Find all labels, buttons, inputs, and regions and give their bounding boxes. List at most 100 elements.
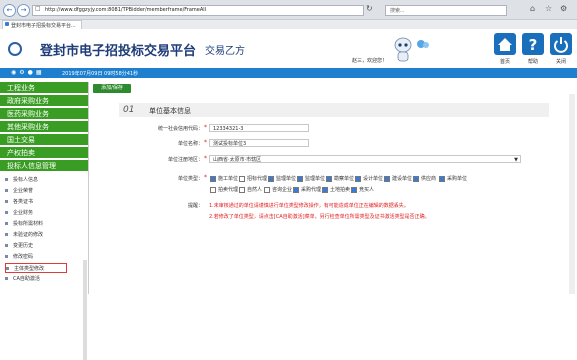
close-button-label: 关闭 bbox=[555, 59, 566, 65]
type-label: 咨询企业 bbox=[272, 187, 293, 193]
type-checkbox[interactable]: 采购代理 bbox=[293, 186, 321, 193]
sidebar-item-label: 未验证的修改 bbox=[13, 232, 44, 238]
refresh-icon[interactable]: ↻ bbox=[366, 4, 373, 13]
checkbox[interactable] bbox=[264, 186, 270, 193]
sidebar-scrollbar[interactable] bbox=[83, 260, 87, 360]
browser-address-bar: ← → □ http://www.dfggzyjy.com:8081/TPBid… bbox=[0, 0, 577, 20]
type-checkbox[interactable]: 监理单位 bbox=[268, 175, 296, 182]
menu-gov-procurement[interactable]: 政府采购业务 bbox=[0, 95, 88, 107]
sidebar-item-label: 投标人信息 bbox=[13, 177, 39, 183]
menu-engineering[interactable]: 工程业务 bbox=[0, 82, 88, 94]
sidebar-item-history[interactable]: 变更历史 bbox=[5, 241, 75, 251]
sidebar-item-password[interactable]: 修改密码 bbox=[5, 252, 75, 262]
type-label: 监理单位 bbox=[305, 176, 326, 182]
checkbox[interactable] bbox=[297, 175, 303, 182]
sidebar-item-ca-activate[interactable]: CA自助激活 bbox=[5, 274, 75, 284]
browser-search-input[interactable]: 搜索... bbox=[385, 5, 507, 16]
sidebar-item-entity-type[interactable]: 主体类型修改 bbox=[5, 263, 67, 273]
type-label: 监理单位 bbox=[276, 176, 297, 182]
favorites-icon[interactable]: ☆ bbox=[545, 4, 552, 13]
menu-property-auction[interactable]: 产权拍卖 bbox=[0, 147, 88, 159]
unit-name-label: 单位名称： bbox=[177, 141, 203, 147]
type-checkbox[interactable]: 自然人 bbox=[239, 186, 262, 193]
type-checkbox[interactable]: 勘察单位 bbox=[326, 175, 354, 182]
type-checkbox[interactable]: 建设单位 bbox=[384, 175, 412, 182]
checkbox[interactable] bbox=[326, 175, 332, 182]
type-checkbox[interactable]: 施工单位 bbox=[210, 175, 238, 182]
checkbox[interactable] bbox=[210, 175, 216, 182]
checkbox[interactable] bbox=[355, 175, 361, 182]
type-label: 采购代理 bbox=[301, 187, 322, 193]
sidebar-item-unverified[interactable]: 未验证的修改 bbox=[5, 230, 75, 240]
bullet-icon bbox=[5, 211, 8, 214]
checkbox[interactable] bbox=[384, 175, 390, 182]
datetime: 2019年07月09日 09时58分41秒 bbox=[62, 71, 139, 77]
required-mark: * bbox=[204, 139, 207, 146]
type-checkbox[interactable]: 咨询企业 bbox=[264, 186, 292, 193]
house-icon bbox=[498, 38, 512, 51]
type-checkbox[interactable]: 拍卖代理 bbox=[210, 186, 238, 193]
bullet-icon bbox=[5, 178, 8, 181]
type-checkbox[interactable]: 设计单位 bbox=[355, 175, 383, 182]
sidebar-item-label: 修改密码 bbox=[13, 254, 34, 260]
main-scrollbar[interactable] bbox=[569, 94, 575, 294]
type-checkbox[interactable]: 监理单位 bbox=[297, 175, 325, 182]
checkbox[interactable] bbox=[210, 186, 216, 193]
checkbox[interactable] bbox=[239, 175, 245, 182]
status-strip: ◉⚙●▦ 2019年07月09日 09时58分41秒 bbox=[0, 68, 577, 78]
type-checkbox[interactable]: 土地拍卖 bbox=[322, 186, 350, 193]
checkbox[interactable] bbox=[351, 186, 357, 193]
home-browser-icon[interactable]: ⌂ bbox=[530, 4, 535, 13]
sidebar-item-certificates[interactable]: 各类证书 bbox=[5, 197, 75, 207]
bullet-icon bbox=[5, 277, 8, 280]
required-mark: * bbox=[204, 124, 207, 131]
logo-icon bbox=[8, 42, 22, 56]
grid-icon[interactable]: ▦ bbox=[36, 69, 45, 76]
sidebar-item-finance[interactable]: 企业财务 bbox=[5, 208, 75, 218]
type-checkbox[interactable]: 采购单位 bbox=[439, 175, 467, 182]
region-select[interactable]: 山西省·太原市·市辖区 ▼ bbox=[209, 155, 521, 163]
checkbox[interactable] bbox=[268, 175, 274, 182]
type-label: 供应商 bbox=[421, 176, 437, 182]
chat-icon[interactable]: ◉ bbox=[11, 69, 19, 76]
close-button[interactable] bbox=[550, 33, 572, 55]
user-icon[interactable]: ● bbox=[28, 69, 36, 76]
bullet-icon bbox=[5, 200, 8, 203]
home-button[interactable] bbox=[494, 33, 516, 55]
checkbox[interactable] bbox=[239, 186, 245, 193]
power-icon bbox=[554, 37, 568, 53]
back-icon[interactable]: ← bbox=[3, 4, 16, 17]
menu-bidder-info[interactable]: 投标人信息管理 bbox=[0, 160, 88, 172]
checkbox[interactable] bbox=[413, 175, 419, 182]
unit-name-field[interactable]: 测试投标单位3 bbox=[209, 139, 309, 147]
sidebar-item-honors[interactable]: 企业荣誉 bbox=[5, 186, 75, 196]
hint-line-1: 1.未审核通过的单位请谨慎进行单位类型修改操作，有可能造成单位正在编辑的数据丢失… bbox=[209, 203, 409, 209]
type-label: 拍卖代理 bbox=[218, 187, 239, 193]
menu-land-trade[interactable]: 国土交易 bbox=[0, 134, 88, 146]
menu-medical-procurement[interactable]: 医药采购业务 bbox=[0, 108, 88, 120]
type-checkbox[interactable]: 供应商 bbox=[413, 175, 436, 182]
url-field[interactable]: □ http://www.dfggzyjy.com:8081/TPBidder/… bbox=[32, 5, 364, 16]
type-checkbox[interactable]: 招标代理 bbox=[239, 175, 267, 182]
sidebar-item-bid-materials[interactable]: 投标所需材料 bbox=[5, 219, 75, 229]
help-button[interactable]: ? bbox=[522, 33, 544, 55]
add-save-button[interactable]: 添加/保存 bbox=[93, 84, 131, 93]
toolbar-icons[interactable]: ◉⚙●▦ bbox=[11, 69, 45, 76]
checkbox[interactable] bbox=[439, 175, 445, 182]
sidebar-item-label: 主体类型修改 bbox=[14, 266, 45, 272]
checkbox[interactable] bbox=[293, 186, 299, 193]
question-icon: ? bbox=[529, 36, 538, 54]
gear-icon[interactable]: ⚙ bbox=[19, 69, 27, 76]
checkbox[interactable] bbox=[322, 186, 328, 193]
forward-icon[interactable]: → bbox=[17, 4, 30, 17]
type-checkbox[interactable]: 竞买人 bbox=[351, 186, 374, 193]
page-icon: □ bbox=[35, 5, 41, 12]
menu-other-procurement[interactable]: 其他采购业务 bbox=[0, 121, 88, 133]
credit-code-field[interactable]: 12334321-3 bbox=[209, 124, 309, 132]
section-header: 01 单位基本信息 bbox=[119, 103, 549, 117]
browser-tab-bar: 登封市电子招投标交易平台... bbox=[0, 20, 577, 30]
settings-gear-icon[interactable]: ⚙ bbox=[560, 4, 567, 13]
bullet-icon bbox=[6, 267, 9, 270]
sidebar-item-bidder-info[interactable]: 投标人信息 bbox=[5, 175, 75, 185]
app-header: 登封市电子招投标交易平台 交易乙方 赵三，欢迎您！ 首页 ? 帮助 关闭 bbox=[0, 29, 577, 68]
